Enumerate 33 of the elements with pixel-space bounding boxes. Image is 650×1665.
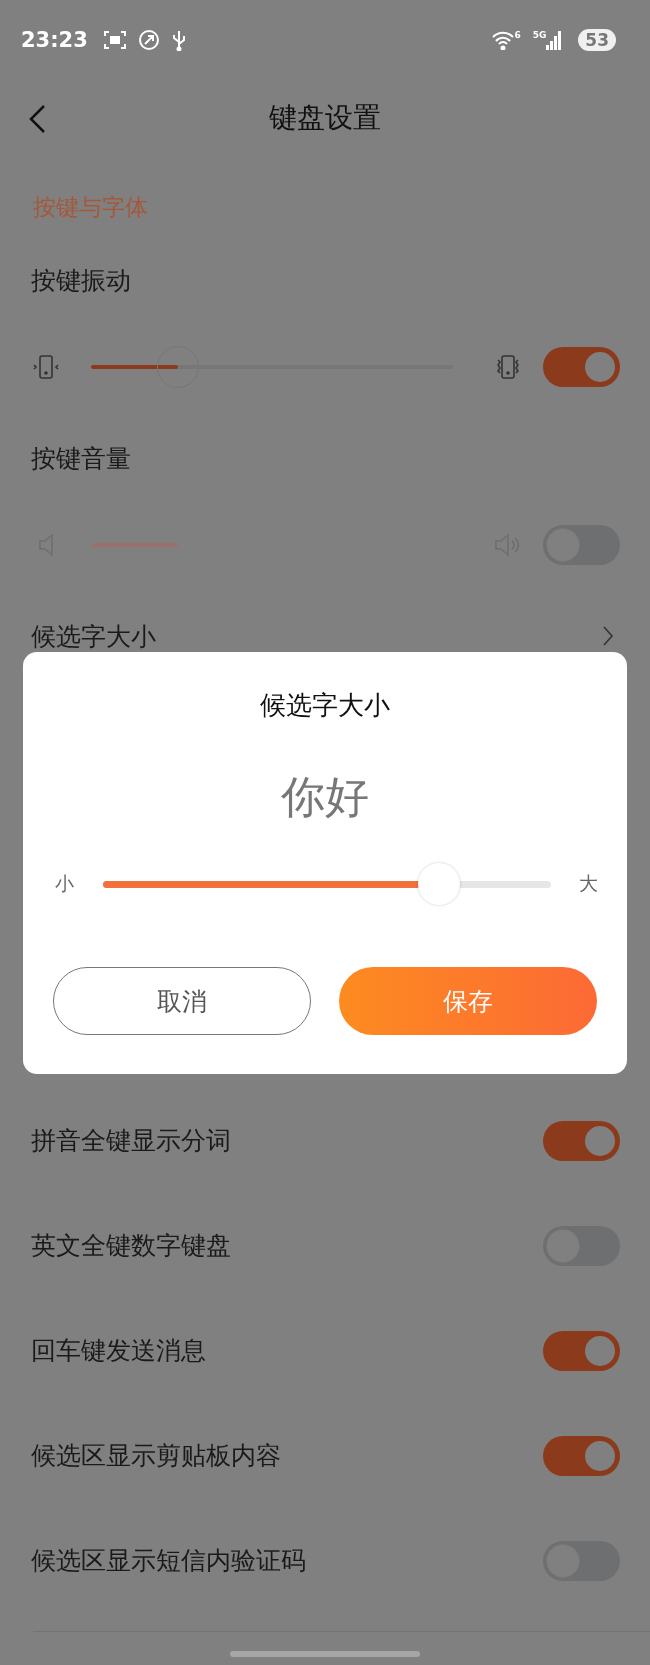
setting-label: 回车键发送消息 [31, 1335, 206, 1367]
phone-icon [31, 354, 61, 380]
size-slider[interactable] [103, 863, 551, 905]
usb-icon [171, 29, 186, 51]
clock: 23:23 [21, 28, 88, 52]
setting-label: 拼音全键显示分词 [31, 1125, 231, 1157]
setting-label: 候选区显示短信内验证码 [31, 1545, 306, 1577]
min-label: 小 [53, 871, 75, 896]
toggle-switch[interactable] [543, 347, 620, 387]
setting-label: 按键振动 [31, 264, 131, 297]
page-title: 键盘设置 [269, 100, 381, 136]
setting-label: 候选区显示剪贴板内容 [31, 1440, 281, 1472]
save-button[interactable]: 保存 [339, 967, 597, 1035]
wifi-standard-label: 6 [514, 30, 521, 40]
setting-label: 按键音量 [31, 442, 131, 475]
screenshot-icon [103, 30, 126, 50]
chevron-right-icon[interactable] [602, 625, 614, 647]
wifi-icon [492, 30, 515, 50]
back-icon[interactable] [28, 104, 48, 134]
dialog-title: 候选字大小 [260, 689, 390, 722]
toggle-switch[interactable] [543, 1330, 620, 1371]
slider-thumb[interactable] [418, 863, 460, 905]
network-type: 5G [532, 30, 547, 40]
toggle-switch[interactable] [543, 1120, 620, 1161]
section-title: 按键与字体 [33, 192, 148, 222]
max-label: 大 [577, 871, 599, 896]
cancel-button[interactable]: 取消 [53, 967, 311, 1035]
signal-icon [546, 30, 563, 50]
preview-text: 你好 [281, 770, 369, 824]
setting-label: 英文全键数字键盘 [31, 1230, 231, 1262]
battery-level: 53 [578, 29, 616, 51]
toggle-switch[interactable] [543, 1435, 620, 1476]
setting-label[interactable]: 候选字大小 [31, 619, 156, 653]
